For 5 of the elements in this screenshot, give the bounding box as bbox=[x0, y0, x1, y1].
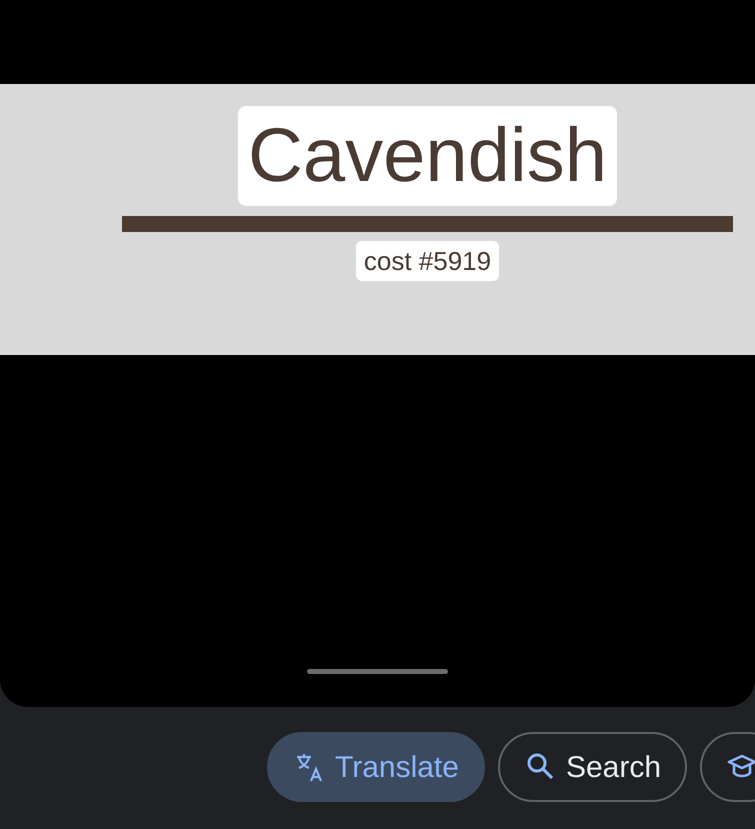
detected-text-title[interactable]: Cavendish bbox=[238, 106, 618, 206]
detected-text-caption[interactable]: cost #5919 bbox=[356, 241, 500, 281]
home-handle[interactable] bbox=[307, 669, 448, 674]
translate-chip[interactable]: Translate bbox=[267, 732, 485, 802]
search-chip[interactable]: Search bbox=[498, 732, 688, 802]
